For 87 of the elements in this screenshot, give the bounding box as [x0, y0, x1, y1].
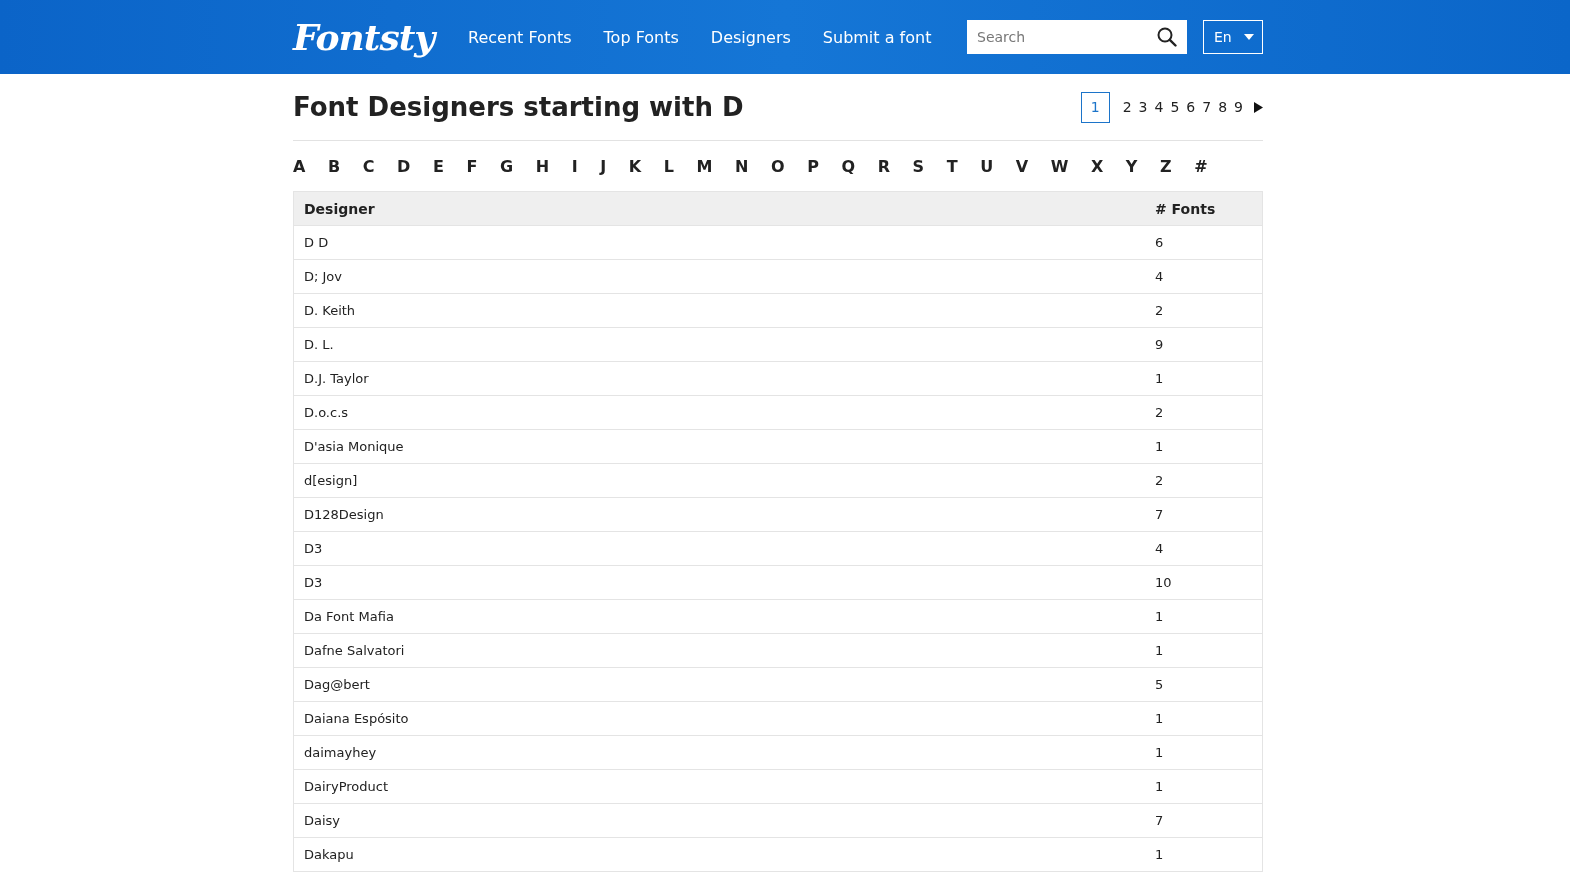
table-cell: 1	[1145, 837, 1263, 872]
nav-link[interactable]: Designers	[710, 27, 791, 47]
designer-link[interactable]: DairyProduct	[293, 769, 1145, 804]
table-cell: 1	[1145, 769, 1263, 804]
letter-link[interactable]: H	[535, 156, 550, 176]
letter-link[interactable]: S	[912, 156, 925, 176]
page-link[interactable]: 3	[1136, 99, 1150, 115]
letter-link[interactable]: J	[600, 156, 607, 176]
caret-icon	[1244, 34, 1254, 40]
designer-link[interactable]: D; Jov	[293, 259, 1145, 294]
logo[interactable]: Fontsty	[293, 16, 468, 58]
designer-link[interactable]: Daiana Espósito	[293, 701, 1145, 736]
table-cell: 2	[1145, 395, 1263, 430]
table-cell: 1	[1145, 429, 1263, 464]
letter-link[interactable]: M	[696, 156, 713, 176]
designer-link[interactable]: D3	[293, 531, 1145, 566]
letter-link[interactable]: Q	[841, 156, 856, 176]
language-dropdown[interactable]: En	[1203, 20, 1263, 54]
designer-link[interactable]: D128Design	[293, 497, 1145, 532]
letter-link[interactable]: A	[293, 156, 306, 176]
nav-link[interactable]: Submit a font	[822, 27, 932, 47]
letter-link[interactable]: N	[735, 156, 749, 176]
letter-link[interactable]: T	[946, 156, 958, 176]
page-link[interactable]: 7	[1200, 99, 1214, 115]
table-cell: 9	[1145, 327, 1263, 362]
designer-link[interactable]: Dafne Salvatori	[293, 633, 1145, 668]
page-link[interactable]: 8	[1216, 99, 1230, 115]
search-field[interactable]: Search	[967, 20, 1187, 54]
search-icon[interactable]	[1157, 27, 1177, 47]
designer-link[interactable]: Daisy	[293, 803, 1145, 838]
table-cell: 2	[1145, 463, 1263, 498]
nav-link[interactable]: Top Fonts	[603, 27, 679, 47]
table-cell: 6	[1145, 225, 1263, 260]
designer-link[interactable]: D3	[293, 565, 1145, 600]
designer-link[interactable]: D.o.c.s	[293, 395, 1145, 430]
table-cell: 4	[1145, 531, 1263, 566]
letter-link[interactable]: L	[663, 156, 674, 176]
designer-link[interactable]: D. L.	[293, 327, 1145, 362]
letter-link[interactable]: V	[1015, 156, 1029, 176]
table-cell: 1	[1145, 701, 1263, 736]
letter-link[interactable]: I	[571, 156, 578, 176]
table-cell: 5	[1145, 667, 1263, 702]
page-link[interactable]: 2	[1120, 99, 1134, 115]
table-cell: 1	[1145, 361, 1263, 396]
table-cell: 4	[1145, 259, 1263, 294]
table-cell: 7	[1145, 803, 1263, 838]
letter-link[interactable]: O	[770, 156, 785, 176]
letter-link[interactable]: W	[1050, 156, 1069, 176]
table-cell: 1	[1145, 633, 1263, 668]
page-title: Font Designers starting with D	[293, 92, 744, 122]
letter-link[interactable]: G	[499, 156, 514, 176]
designer-link[interactable]: Da Font Mafia	[293, 599, 1145, 634]
page-link[interactable]: 6	[1184, 99, 1198, 115]
designer-link[interactable]: D'asia Monique	[293, 429, 1145, 464]
column-header: Designer	[293, 191, 1145, 226]
letter-link[interactable]: B	[327, 156, 341, 176]
designer-link[interactable]: D. Keith	[293, 293, 1145, 328]
page-link[interactable]: 9	[1232, 99, 1245, 115]
letter-link[interactable]: F	[466, 156, 478, 176]
table-cell: 1	[1145, 599, 1263, 634]
table-cell: 1	[1145, 735, 1263, 770]
letter-link[interactable]: D	[397, 156, 411, 176]
nav-link[interactable]: Recent Fonts	[468, 27, 572, 47]
page-link[interactable]: 1	[1080, 91, 1110, 123]
letter-link[interactable]: U	[980, 156, 994, 176]
letter-link[interactable]: R	[877, 156, 890, 176]
table-cell: 7	[1145, 497, 1263, 532]
letter-link[interactable]: P	[807, 156, 819, 176]
page-link[interactable]: 5	[1168, 99, 1182, 115]
letter-link[interactable]: Y	[1125, 156, 1138, 176]
designer-link[interactable]: daimayhey	[293, 735, 1145, 770]
page-link[interactable]: 4	[1152, 99, 1166, 115]
letter-link[interactable]: K	[628, 156, 642, 176]
designer-link[interactable]: Dag@bert	[293, 667, 1145, 702]
letter-link[interactable]: Z	[1160, 156, 1172, 176]
column-header: # Fonts	[1145, 191, 1263, 226]
letter-link[interactable]: X	[1090, 156, 1104, 176]
designer-link[interactable]: Dakapu	[293, 837, 1145, 872]
designer-link[interactable]: d[esign]	[293, 463, 1145, 498]
designer-link[interactable]: D D	[293, 225, 1145, 260]
letter-link[interactable]: C	[362, 156, 375, 176]
next-page-icon[interactable]	[1254, 101, 1263, 113]
letter-link[interactable]: E	[432, 156, 444, 176]
table-cell: 10	[1145, 565, 1263, 600]
table-cell: 2	[1145, 293, 1263, 328]
letter-link[interactable]: #	[1194, 156, 1208, 176]
designer-link[interactable]: D.J. Taylor	[293, 361, 1145, 396]
